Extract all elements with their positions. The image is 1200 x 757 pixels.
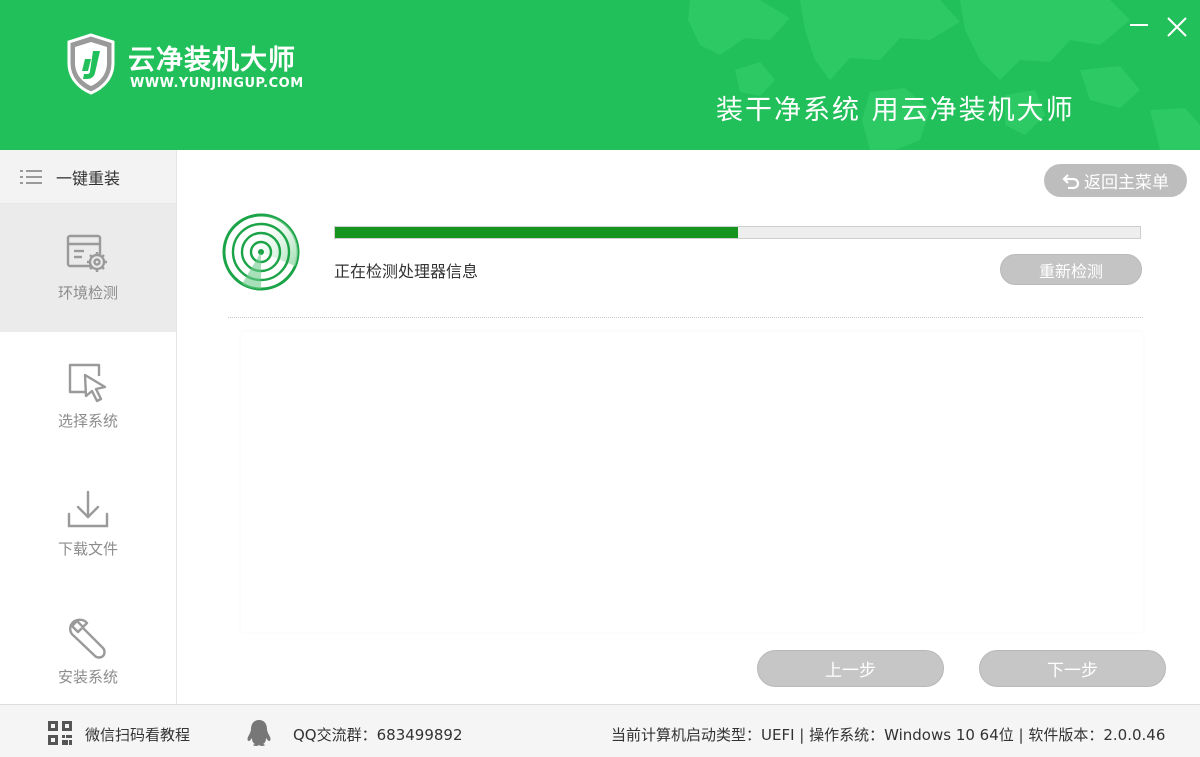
minimize-button[interactable]	[1124, 12, 1154, 42]
close-button[interactable]	[1162, 12, 1192, 42]
detection-result-panel	[241, 332, 1143, 632]
sidebar-item-environment-check[interactable]: 环境检测	[0, 204, 176, 332]
sidebar: 一键重装 环境检测 选择系统 下载文件 安装系统	[0, 150, 177, 704]
sidebar-title: 一键重装	[56, 168, 121, 188]
cursor-select-icon	[68, 363, 107, 403]
qq-group-info: QQ交流群：683499892	[293, 726, 463, 744]
previous-step-button[interactable]: 上一步	[757, 650, 944, 687]
radar-scan-icon	[222, 213, 300, 291]
system-info: 当前计算机启动类型：UEFI | 操作系统：Windows 10 64位 | 软…	[611, 726, 1166, 744]
sidebar-item-label: 选择系统	[57, 412, 118, 430]
sidebar-item-download-files[interactable]: 下载文件	[0, 460, 176, 588]
download-icon	[67, 490, 109, 528]
minimize-icon	[1130, 24, 1148, 26]
back-to-main-menu-button[interactable]: 返回主菜单	[1044, 164, 1187, 197]
wrench-icon	[69, 618, 106, 659]
list-icon	[20, 169, 42, 184]
app-header: 云净装机大师 WWW.YUNJINGUP.COM 装干净系统 用云净装机大师	[0, 0, 1200, 150]
qq-penguin-icon	[247, 720, 271, 746]
sidebar-item-label: 下载文件	[57, 540, 118, 558]
sidebar-item-select-system[interactable]: 选择系统	[0, 332, 176, 460]
detection-progress-bar	[334, 226, 1141, 239]
shield-logo-icon	[67, 33, 115, 95]
app-url: WWW.YUNJINGUP.COM	[130, 76, 304, 91]
sidebar-item-install-system[interactable]: 安装系统	[0, 588, 176, 704]
wechat-tutorial-link[interactable]: 微信扫码看教程	[85, 724, 190, 745]
status-footer: 微信扫码看教程 QQ交流群：683499892 当前计算机启动类型：UEFI |…	[0, 704, 1200, 757]
return-arrow-icon	[1062, 173, 1080, 189]
sidebar-header: 一键重装	[0, 150, 176, 204]
detection-status-text: 正在检测处理器信息	[334, 262, 479, 281]
header-slogan: 装干净系统 用云净装机大师	[716, 95, 1075, 126]
redetect-button[interactable]: 重新检测	[1000, 254, 1142, 285]
dotted-divider	[228, 317, 1143, 318]
next-step-button[interactable]: 下一步	[979, 650, 1166, 687]
environment-check-icon	[66, 234, 107, 272]
sidebar-item-label: 安装系统	[57, 668, 118, 686]
close-icon	[1167, 17, 1187, 37]
qr-code-icon	[48, 721, 72, 745]
back-button-label: 返回主菜单	[1084, 173, 1169, 193]
app-name: 云净装机大师	[128, 45, 296, 76]
progress-fill	[335, 227, 738, 238]
sidebar-item-label: 环境检测	[57, 284, 118, 302]
